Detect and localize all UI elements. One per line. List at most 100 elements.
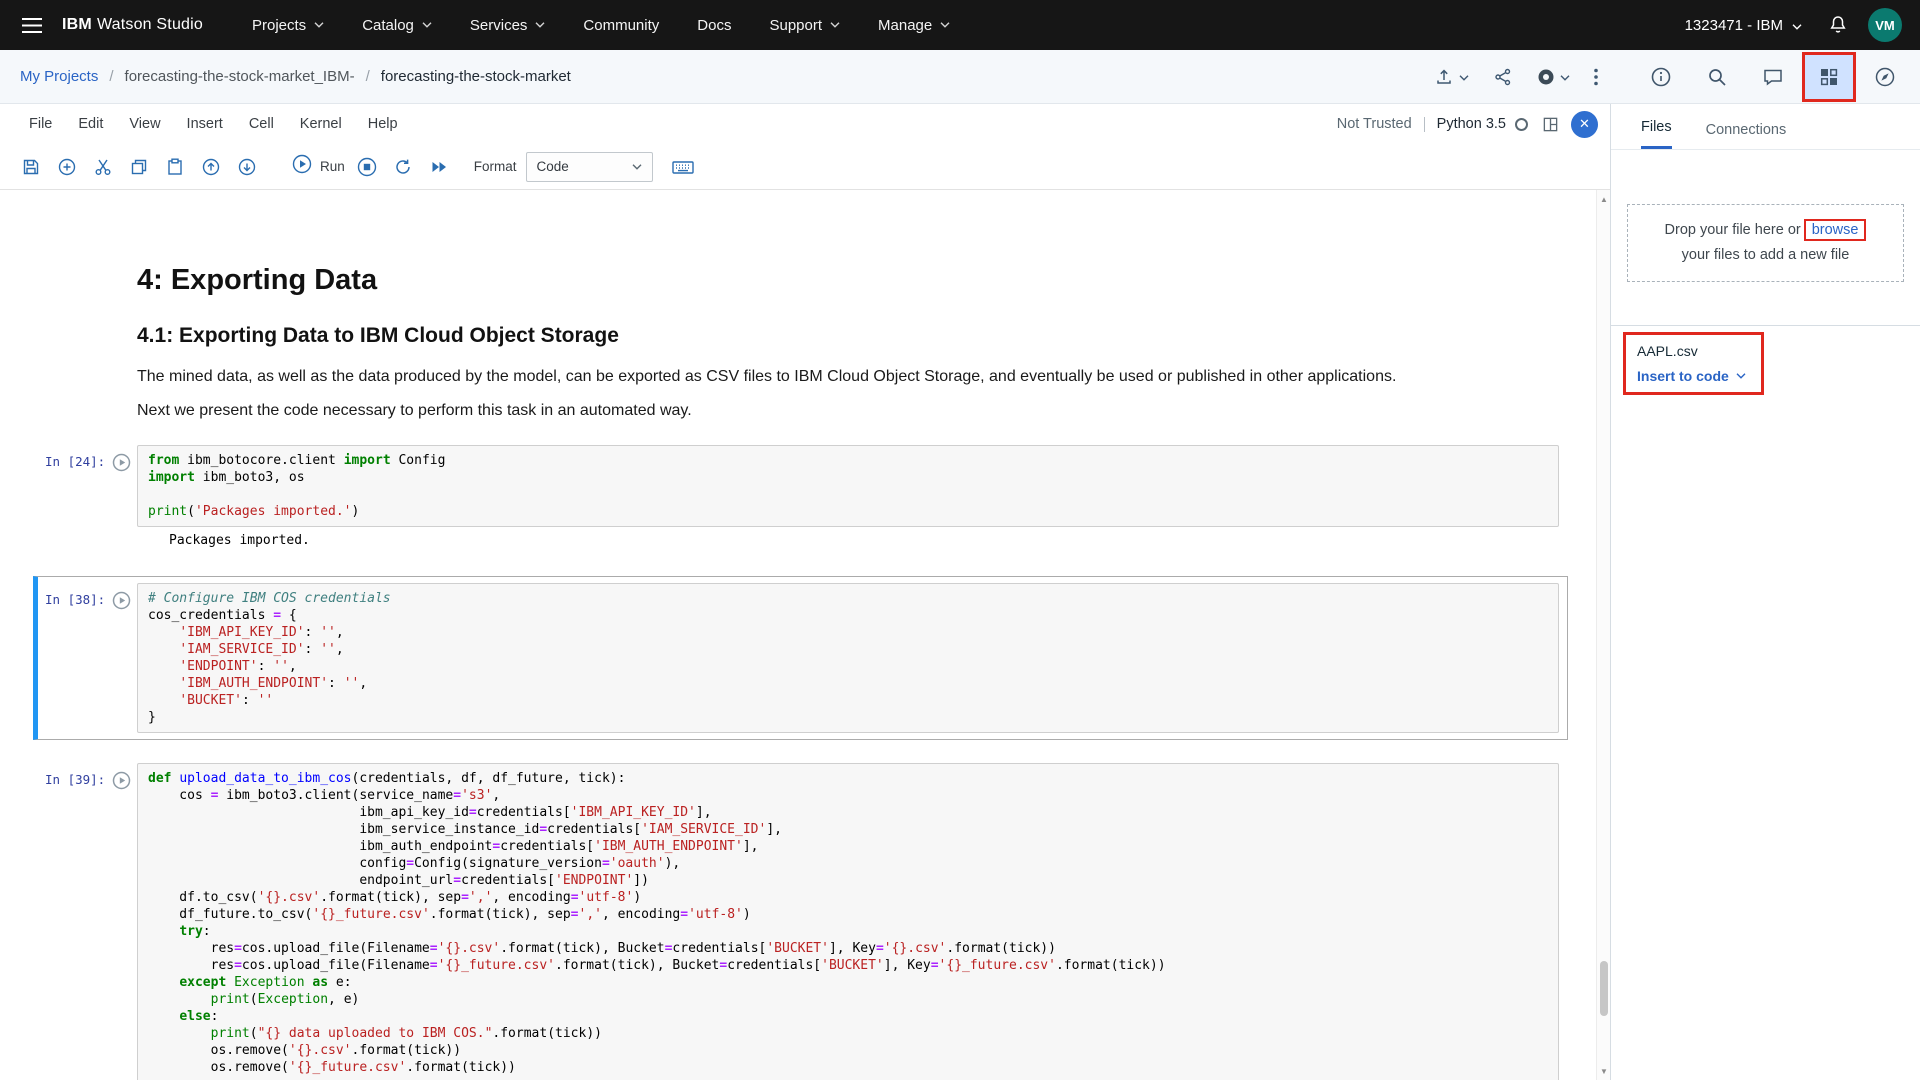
notifications-bell-icon[interactable] bbox=[1828, 14, 1848, 36]
overflow-menu-icon[interactable] bbox=[1584, 55, 1608, 99]
menu-edit[interactable]: Edit bbox=[65, 116, 116, 132]
divider bbox=[1611, 325, 1920, 326]
chevron-down-icon bbox=[314, 22, 324, 28]
cell-prompt: In [39]: bbox=[45, 772, 105, 787]
cell-prompt: In [38]: bbox=[45, 592, 105, 607]
find-icon[interactable] bbox=[1693, 55, 1741, 99]
restart-kernel-icon[interactable] bbox=[387, 150, 420, 183]
menu-cell[interactable]: Cell bbox=[236, 116, 287, 132]
breadcrumb-item[interactable]: forecasting-the-stock-market_IBM- bbox=[125, 68, 355, 85]
annotation-box: browse bbox=[1804, 219, 1867, 241]
file-dropzone[interactable]: Drop your file here or browse your files … bbox=[1627, 204, 1904, 282]
close-panel-button[interactable]: ✕ bbox=[1571, 111, 1598, 138]
save-notebook-icon[interactable] bbox=[14, 150, 47, 183]
nav-item-support[interactable]: Support bbox=[750, 0, 859, 50]
hamburger-menu-icon[interactable] bbox=[10, 0, 54, 50]
menu-kernel[interactable]: Kernel bbox=[287, 116, 355, 132]
cell-prompt: In [24]: bbox=[45, 454, 105, 469]
run-all-cells-icon[interactable] bbox=[423, 150, 456, 183]
scrollbar[interactable]: ▲ ▼ bbox=[1596, 190, 1610, 1080]
menu-view[interactable]: View bbox=[116, 116, 173, 132]
chevron-down-icon bbox=[1560, 68, 1570, 86]
account-menu[interactable]: 1323471 - IBM bbox=[1685, 17, 1802, 34]
menu-file[interactable]: File bbox=[16, 116, 65, 132]
insert-to-code-button[interactable]: Insert to code bbox=[1637, 368, 1750, 384]
notebook-toolbar: Run Format Code bbox=[0, 144, 1610, 190]
nav-item-services[interactable]: Services bbox=[451, 0, 565, 50]
markdown-paragraph: The mined data, as well as the data prod… bbox=[137, 366, 1530, 388]
app-title: IBMWatson Studio bbox=[62, 16, 203, 34]
account-label: 1323471 - IBM bbox=[1685, 17, 1783, 34]
browse-link[interactable]: browse bbox=[1812, 222, 1859, 238]
avatar[interactable]: VM bbox=[1868, 8, 1902, 42]
icon-wrap bbox=[1634, 52, 1688, 102]
notebook-area: FileEditViewInsertCellKernelHelp Not Tru… bbox=[0, 104, 1610, 1080]
chevron-down-icon bbox=[535, 22, 545, 28]
file-name: AAPL.csv bbox=[1637, 343, 1750, 359]
chevron-down-icon bbox=[1736, 373, 1746, 379]
format-select[interactable]: Code bbox=[526, 152, 653, 182]
chevron-down-icon bbox=[632, 164, 642, 170]
tab-files[interactable]: Files bbox=[1641, 119, 1672, 149]
upload-icon[interactable] bbox=[1424, 55, 1479, 99]
divider bbox=[1424, 117, 1425, 132]
expand-icon[interactable] bbox=[1542, 116, 1559, 133]
nav-item-community[interactable]: Community bbox=[564, 0, 678, 50]
code-editor[interactable]: def upload_data_to_ibm_cos(credentials, … bbox=[137, 763, 1559, 1080]
dropzone-text: your files to add a new file bbox=[1682, 247, 1850, 263]
nav-item-docs[interactable]: Docs bbox=[678, 0, 750, 50]
scroll-down-arrow[interactable]: ▼ bbox=[1597, 1064, 1610, 1078]
code-editor[interactable]: from ibm_botocore.client import Configim… bbox=[137, 445, 1559, 527]
tab-connections[interactable]: Connections bbox=[1706, 122, 1787, 149]
scroll-up-arrow[interactable]: ▲ bbox=[1597, 192, 1610, 206]
run-icon bbox=[291, 153, 313, 180]
menu-help[interactable]: Help bbox=[355, 116, 411, 132]
cut-cell-icon[interactable] bbox=[86, 150, 119, 183]
chevron-down-icon bbox=[830, 22, 840, 28]
markdown-cell[interactable]: 4: Exporting Data 4.1: Exporting Data to… bbox=[137, 264, 1530, 422]
icon-wrap bbox=[1858, 52, 1912, 102]
notebook-cell[interactable]: In [38]: # Configure IBM COS credentialsc… bbox=[33, 576, 1568, 740]
code-editor[interactable]: # Configure IBM COS credentialscos_crede… bbox=[137, 583, 1559, 733]
kernel-name[interactable]: Python 3.5 bbox=[1437, 116, 1506, 132]
nav-item-catalog[interactable]: Catalog bbox=[343, 0, 451, 50]
kernel-status-icon bbox=[1515, 118, 1528, 131]
primary-nav: ProjectsCatalogServicesCommunityDocsSupp… bbox=[233, 0, 969, 50]
copy-cell-icon[interactable] bbox=[122, 150, 155, 183]
icon-wrap bbox=[1746, 52, 1800, 102]
move-cell-up-icon[interactable] bbox=[194, 150, 227, 183]
breadcrumb: My Projects / forecasting-the-stock-market… bbox=[20, 68, 571, 85]
breadcrumb-item[interactable]: forecasting-the-stock-market bbox=[381, 68, 571, 85]
scrollbar-thumb[interactable] bbox=[1600, 961, 1608, 1016]
keyboard-icon[interactable] bbox=[667, 150, 700, 183]
interrupt-kernel-icon[interactable] bbox=[351, 150, 384, 183]
share-icon[interactable] bbox=[1483, 55, 1523, 99]
paste-cell-icon[interactable] bbox=[158, 150, 191, 183]
explore-icon[interactable] bbox=[1861, 55, 1909, 99]
dropzone-text: Drop your file here or bbox=[1665, 222, 1801, 238]
find-and-add-data-icon[interactable] bbox=[1805, 55, 1853, 99]
run-cell-icon[interactable] bbox=[112, 453, 131, 472]
find-and-add-data-panel: Files Connections Drop your file here or b… bbox=[1610, 104, 1920, 1080]
move-cell-down-icon[interactable] bbox=[230, 150, 263, 183]
insert-cell-icon[interactable] bbox=[50, 150, 83, 183]
nav-item-projects[interactable]: Projects bbox=[233, 0, 343, 50]
nav-item-manage[interactable]: Manage bbox=[859, 0, 969, 50]
breadcrumb-item[interactable]: My Projects bbox=[20, 68, 98, 85]
notebook-info-icon[interactable] bbox=[1637, 55, 1685, 99]
markdown-paragraph: Next we present the code necessary to pe… bbox=[137, 400, 1530, 422]
run-cell-button[interactable]: Run bbox=[291, 153, 345, 180]
notebook-content[interactable]: 4: Exporting Data 4.1: Exporting Data to… bbox=[0, 190, 1610, 1080]
run-cell-icon[interactable] bbox=[112, 771, 131, 790]
comments-icon[interactable] bbox=[1749, 55, 1797, 99]
menu-insert[interactable]: Insert bbox=[174, 116, 236, 132]
chevron-down-icon bbox=[1459, 68, 1469, 86]
subsection-heading: 4.1: Exporting Data to IBM Cloud Object … bbox=[137, 324, 1530, 348]
run-cell-icon[interactable] bbox=[112, 591, 131, 610]
project-token-icon[interactable] bbox=[1527, 55, 1580, 99]
icon-wrap bbox=[1690, 52, 1744, 102]
notebook-cell[interactable]: In [39]: def upload_data_to_ibm_cos(crede… bbox=[33, 756, 1568, 1080]
breadcrumb-separator: / bbox=[109, 68, 113, 85]
chevron-down-icon bbox=[422, 22, 432, 28]
notebook-cell[interactable]: In [24]: from ibm_botocore.client import … bbox=[33, 438, 1568, 560]
